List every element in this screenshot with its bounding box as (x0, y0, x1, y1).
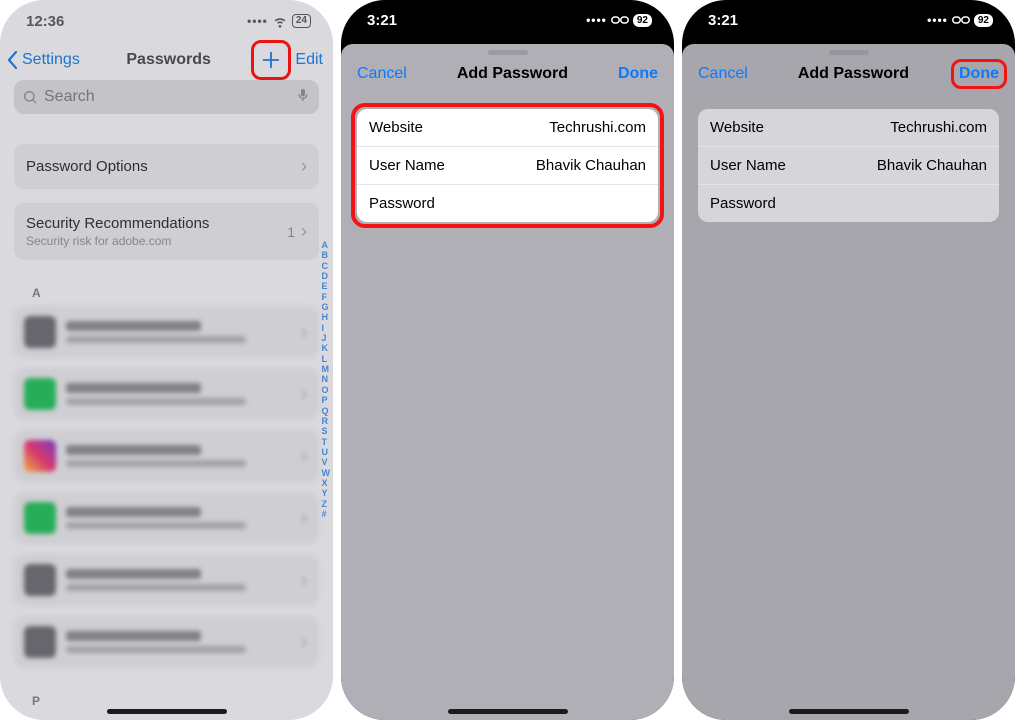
search-placeholder: Search (44, 88, 95, 106)
site-icon (24, 502, 56, 534)
add-password-form: Website Techrushi.com User Name Bhavik C… (698, 109, 999, 222)
cellular-icon: •••• (586, 13, 607, 27)
section-header-p: P (32, 694, 319, 708)
nav-bar: Settings Passwords Edit (0, 42, 333, 78)
site-icon (24, 626, 56, 658)
chevron-right-icon: › (301, 156, 307, 177)
website-field[interactable]: Website Techrushi.com (698, 109, 999, 147)
site-icon (24, 378, 56, 410)
modal-title: Add Password (457, 65, 568, 83)
list-item[interactable]: › (14, 616, 319, 668)
password-options-label: Password Options (26, 158, 148, 175)
modal-sheet: Cancel Add Password Done Website Techrus… (682, 44, 1015, 720)
sec-rec-title: Security Recommendations (26, 215, 209, 232)
search-input[interactable]: Search (14, 80, 319, 114)
back-button[interactable]: Settings (6, 50, 80, 70)
list-item[interactable]: › (14, 430, 319, 482)
chevron-right-icon: › (301, 384, 307, 405)
modal-sheet: Cancel Add Password Done Website Techrus… (341, 44, 674, 720)
status-bar: 12:36 •••• 24 (0, 0, 333, 42)
username-label: User Name (369, 157, 445, 174)
website-value: Techrushi.com (890, 119, 987, 136)
status-bar: 3:21 •••• 92 (682, 0, 1015, 40)
list-item[interactable]: › (14, 492, 319, 544)
website-field[interactable]: Website Techrushi.com (357, 109, 658, 147)
chevron-right-icon: › (301, 322, 307, 343)
cancel-button[interactable]: Cancel (698, 65, 748, 83)
nav-right-actions: Edit (257, 46, 323, 74)
home-indicator[interactable] (448, 709, 568, 714)
password-options-row[interactable]: Password Options › (14, 144, 319, 189)
battery-icon: 92 (633, 14, 652, 27)
sec-rec-count: 1 (287, 224, 295, 240)
mic-icon[interactable] (295, 87, 311, 108)
screen-add-password-form: 3:21 •••• 92 Cancel Add Password Done We… (341, 0, 674, 720)
list-item[interactable]: › (14, 306, 319, 358)
page-title: Passwords (126, 51, 210, 69)
list-item[interactable]: › (14, 368, 319, 420)
username-field[interactable]: User Name Bhavik Chauhan (357, 147, 658, 185)
modal-nav: Cancel Add Password Done (341, 55, 674, 95)
search-icon (22, 89, 38, 105)
back-label: Settings (22, 51, 80, 69)
status-time: 12:36 (26, 13, 64, 30)
security-recommendations-row[interactable]: Security Recommendations Security risk f… (14, 203, 319, 260)
sheet-grabber[interactable] (488, 50, 528, 55)
status-time: 3:21 (367, 12, 397, 29)
chevron-right-icon: › (301, 508, 307, 529)
modal-title: Add Password (798, 65, 909, 83)
index-strip[interactable]: ABCDEFGHIJKLMNOPQRSTUVWXYZ# (322, 240, 331, 519)
battery-icon: 24 (292, 14, 311, 28)
chevron-right-icon: › (301, 221, 307, 242)
battery-icon: 92 (974, 14, 993, 27)
status-icons: •••• 92 (586, 13, 652, 27)
chevron-right-icon: › (301, 632, 307, 653)
site-icon (24, 564, 56, 596)
username-field[interactable]: User Name Bhavik Chauhan (698, 147, 999, 185)
sec-rec-subtitle: Security risk for adobe.com (26, 234, 209, 248)
wifi-icon (272, 13, 288, 29)
username-label: User Name (710, 157, 786, 174)
cancel-button[interactable]: Cancel (357, 65, 407, 83)
sheet-grabber[interactable] (829, 50, 869, 55)
site-icon (24, 440, 56, 472)
section-header-a: A (32, 286, 319, 300)
password-label: Password (710, 195, 776, 212)
chevron-right-icon: › (301, 570, 307, 591)
username-value: Bhavik Chauhan (877, 157, 987, 174)
edit-button[interactable]: Edit (295, 51, 323, 69)
password-label: Password (369, 195, 435, 212)
website-value: Techrushi.com (549, 119, 646, 136)
done-button[interactable]: Done (959, 65, 999, 83)
username-value: Bhavik Chauhan (536, 157, 646, 174)
status-bar: 3:21 •••• 92 (341, 0, 674, 40)
password-field[interactable]: Password (357, 185, 658, 222)
status-icons: •••• 92 (927, 13, 993, 27)
website-label: Website (710, 119, 764, 136)
home-indicator[interactable] (107, 709, 227, 714)
screen-add-password-done: 3:21 •••• 92 Cancel Add Password Done We… (682, 0, 1015, 720)
done-button[interactable]: Done (618, 65, 658, 83)
add-button[interactable] (257, 46, 285, 74)
add-password-form: Website Techrushi.com User Name Bhavik C… (357, 109, 658, 222)
modal-nav: Cancel Add Password Done (682, 55, 1015, 95)
status-icons: •••• 24 (247, 13, 311, 29)
personal-hotspot-icon (611, 14, 629, 26)
status-time: 3:21 (708, 12, 738, 29)
screen-passwords-list: 12:36 •••• 24 Settings Passwords Edit Se… (0, 0, 333, 720)
personal-hotspot-icon (952, 14, 970, 26)
site-icon (24, 316, 56, 348)
website-label: Website (369, 119, 423, 136)
home-indicator[interactable] (789, 709, 909, 714)
chevron-right-icon: › (301, 446, 307, 467)
cellular-icon: •••• (247, 14, 268, 28)
password-field[interactable]: Password (698, 185, 999, 222)
cellular-icon: •••• (927, 13, 948, 27)
list-item[interactable]: › (14, 554, 319, 606)
